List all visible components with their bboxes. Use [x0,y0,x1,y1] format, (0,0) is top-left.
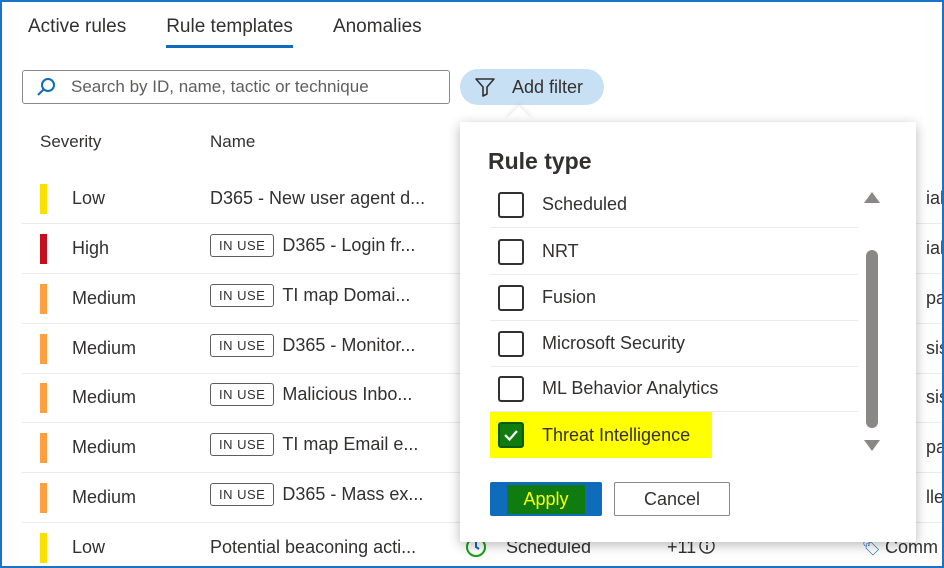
severity-indicator [40,284,47,314]
checkbox[interactable] [498,330,524,357]
checkbox[interactable] [498,238,524,265]
tab-bar: Active rules Rule templates Anomalies [28,16,422,48]
cancel-button[interactable]: Cancel [614,482,730,516]
rule-name-cell: IN USE D365 - Monitor... [210,334,415,357]
truncated-column-cell: pact [926,437,942,457]
rule-type-filter-panel: Rule type Scheduled NRT Fusion Microsoft Se… [460,122,916,542]
rule-name-cell: IN USE TI map Email e... [210,433,418,456]
filter-icon [475,78,495,97]
apply-label: Apply [507,484,585,514]
option-label: Fusion [542,287,597,307]
option-label: ML Behavior Analytics [542,378,719,398]
rule-name: D365 - Monitor... [282,335,416,355]
rule-type-option[interactable]: ML Behavior Analytics [490,366,858,412]
option-label: Scheduled [542,194,628,214]
rule-type-option[interactable]: Microsoft Security [490,321,858,367]
rule-name: Malicious Inbo... [282,384,413,404]
column-header-name[interactable]: Name [210,132,255,152]
severity-indicator [40,383,47,413]
add-filter-label: Add filter [512,76,584,97]
truncated-column-cell: llec. [926,487,944,507]
checkbox[interactable] [498,191,524,218]
rule-type-option[interactable]: Scheduled [490,182,858,228]
in-use-badge: IN USE [210,334,275,357]
in-use-badge: IN USE [210,234,275,257]
checkbox[interactable] [498,375,524,402]
truncated-column-cell: ial A [926,188,944,208]
option-label: NRT [542,241,579,261]
rule-name-cell: D365 - New user agent d... [210,188,425,209]
severity-indicator [40,234,47,264]
rule-name-cell: IN USE TI map Domai... [210,284,410,307]
severity-label: Medium [72,338,137,358]
severity-label: Medium [72,387,137,407]
option-label: Microsoft Security [542,333,686,353]
rule-name: TI map Domai... [282,285,411,305]
scroll-up-arrow-icon[interactable] [864,192,880,203]
checkmark-icon [504,430,518,442]
rule-type-option[interactable]: Fusion [490,275,858,321]
severity-indicator [40,483,47,513]
rule-type-option[interactable]: Threat Intelligence [490,412,712,458]
truncated-column-cell: sis... [926,387,942,407]
severity-label: Medium [72,437,137,457]
rule-name-cell: IN USE D365 - Mass ex... [210,483,423,506]
add-filter-button[interactable]: Add filter [460,69,604,105]
severity-label: Medium [72,288,137,308]
severity-indicator [40,533,47,563]
severity-indicator [40,334,47,364]
severity-label: High [72,238,110,258]
truncated-column-cell: sis... [926,338,942,358]
severity-indicator [40,433,47,463]
rule-name: D365 - New user agent d... [210,188,426,208]
column-header-severity[interactable]: Severity [40,132,101,152]
rule-name: D365 - Login fr... [282,235,416,255]
search-input[interactable]: Search by ID, name, tactic or technique [22,70,450,104]
in-use-badge: IN USE [210,284,275,307]
in-use-badge: IN USE [210,433,275,456]
truncated-column-cell: ial A [926,238,944,258]
rule-type-option[interactable]: NRT [490,229,858,275]
search-icon [37,78,55,96]
severity-indicator [40,184,47,214]
scrollbar-thumb[interactable] [866,250,878,428]
severity-label: Medium [72,487,137,507]
rule-name-cell: Potential beaconing acti... [210,537,416,558]
scroll-down-arrow-icon[interactable] [864,440,880,451]
rule-name-cell: IN USE Malicious Inbo... [210,383,412,406]
screenshot-frame: Active rules Rule templates Anomalies Se… [0,0,944,568]
severity-label: Low [72,188,106,208]
apply-button[interactable]: Apply [490,482,602,516]
in-use-badge: IN USE [210,383,275,406]
checkbox[interactable] [498,284,524,311]
tab-rule-templates[interactable]: Rule templates [166,16,293,48]
search-placeholder: Search by ID, name, tactic or technique [71,77,369,96]
severity-label: Low [72,537,106,557]
rule-name-cell: IN USE D365 - Login fr... [210,234,415,257]
option-label: Threat Intelligence [542,424,691,445]
rule-name: TI map Email e... [282,434,419,454]
panel-title: Rule type [488,148,592,174]
tab-anomalies[interactable]: Anomalies [333,16,422,48]
rule-name: D365 - Mass ex... [282,484,424,504]
in-use-badge: IN USE [210,483,275,506]
rule-name: Potential beaconing acti... [210,537,417,557]
checkbox-checked[interactable] [498,422,524,448]
tab-active-rules[interactable]: Active rules [28,16,126,48]
truncated-column-cell: pact [926,288,942,308]
